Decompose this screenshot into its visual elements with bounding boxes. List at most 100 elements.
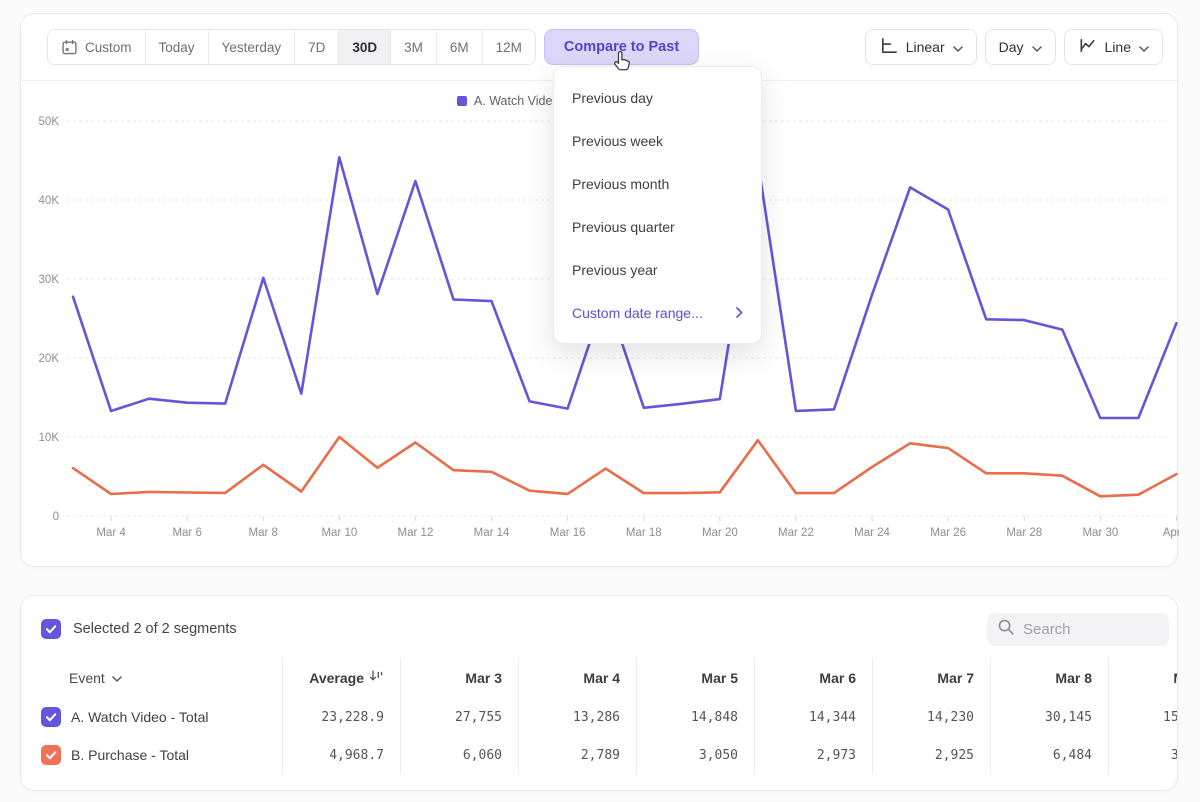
- chevron-down-icon: [1032, 39, 1042, 55]
- chevron-right-icon: [736, 305, 743, 321]
- chart-type-label: Line: [1105, 39, 1131, 55]
- segments-table: Event Average Mar 3Mar 4Mar 5Mar 6Mar 7M…: [21, 658, 1177, 774]
- y-tick-label: 20K: [39, 353, 60, 365]
- range-label: Today: [159, 40, 195, 55]
- range-label: Yesterday: [222, 40, 282, 55]
- y-tick-label: 40K: [39, 195, 60, 207]
- range-label: Custom: [85, 40, 132, 55]
- x-tick-label: Mar 8: [249, 527, 278, 539]
- table-cell: 2,925: [873, 736, 991, 774]
- chevron-down-icon: [953, 39, 963, 55]
- column-header-event[interactable]: Event: [21, 658, 283, 698]
- chart-options-group: Linear Day Line: [865, 29, 1163, 65]
- column-header-mar-6: Mar 6: [755, 658, 873, 698]
- table-header-row: Event Average Mar 3Mar 4Mar 5Mar 6Mar 7M…: [21, 658, 1177, 698]
- selected-count-label: Selected 2 of 2 segments: [73, 621, 237, 637]
- table-cell: 2,973: [755, 736, 873, 774]
- table-cell: 30,145: [991, 698, 1109, 736]
- row-checkbox[interactable]: [41, 745, 61, 765]
- row-checkbox[interactable]: [41, 707, 61, 727]
- range-button-yesterday[interactable]: Yesterday: [209, 30, 296, 64]
- x-tick-label: Mar 30: [1082, 527, 1118, 539]
- column-header-mar-8: Mar 8: [991, 658, 1109, 698]
- range-button-30d[interactable]: 30D: [339, 30, 391, 64]
- menu-item-previous-quarter[interactable]: Previous quarter: [554, 205, 761, 248]
- range-button-12m[interactable]: 12M: [483, 30, 535, 64]
- menu-item-previous-week[interactable]: Previous week: [554, 119, 761, 162]
- interval-label: Day: [999, 39, 1024, 55]
- row-label: A. Watch Video - Total: [71, 709, 208, 725]
- table-cell: 14,848: [637, 698, 755, 736]
- table-cell: 14,344: [755, 698, 873, 736]
- x-tick-label: Mar 14: [474, 527, 510, 539]
- series-line-b[interactable]: [73, 437, 1176, 496]
- average-header-label: Average: [309, 670, 364, 686]
- range-button-today[interactable]: Today: [146, 30, 209, 64]
- y-tick-label: 50K: [39, 116, 60, 128]
- table-header-bar: Selected 2 of 2 segments: [41, 612, 1169, 646]
- table-cell: 2,789: [519, 736, 637, 774]
- table-cell: 27,755: [401, 698, 519, 736]
- table-body: A. Watch Video - Total 23,228.927,75513,2…: [21, 698, 1177, 774]
- table-cell: 6,060: [401, 736, 519, 774]
- search-box: [987, 613, 1169, 646]
- column-header-mar-4: Mar 4: [519, 658, 637, 698]
- calendar-icon: [61, 39, 78, 56]
- select-all-checkbox[interactable]: [41, 619, 61, 639]
- search-icon: [997, 618, 1015, 641]
- table-cell: 13,286: [519, 698, 637, 736]
- menu-item-previous-month[interactable]: Previous month: [554, 162, 761, 205]
- range-label: 30D: [352, 40, 377, 55]
- x-tick-label: Mar 18: [626, 527, 662, 539]
- range-label: 6M: [450, 40, 469, 55]
- range-button-6m[interactable]: 6M: [437, 30, 483, 64]
- table-cell: 15,500: [1109, 698, 1178, 736]
- custom-date-range-label: Custom date range...: [572, 305, 703, 321]
- column-header-mar-7: Mar 7: [873, 658, 991, 698]
- linear-scale-icon: [879, 36, 898, 58]
- table-cell: 3,050: [637, 736, 755, 774]
- column-header-mar-9: Mar 9: [1109, 658, 1178, 698]
- table-cell: 3,100: [1109, 736, 1178, 774]
- event-cell: B. Purchase - Total: [21, 736, 283, 774]
- x-tick-label: Mar 12: [398, 527, 434, 539]
- range-button-3m[interactable]: 3M: [391, 30, 437, 64]
- interval-dropdown-button[interactable]: Day: [985, 29, 1056, 65]
- x-tick-label: Mar 22: [778, 527, 814, 539]
- x-tick-label: Mar 20: [702, 527, 738, 539]
- row-label: B. Purchase - Total: [71, 747, 189, 763]
- range-label: 3M: [404, 40, 423, 55]
- range-label: 12M: [496, 40, 522, 55]
- x-tick-label: Mar 28: [1006, 527, 1042, 539]
- menu-item-previous-day[interactable]: Previous day: [554, 76, 761, 119]
- line-chart-icon: [1078, 36, 1097, 58]
- table-cell: 6,484: [991, 736, 1109, 774]
- column-header-average[interactable]: Average: [283, 658, 401, 698]
- table-row-a: A. Watch Video - Total 23,228.927,75513,2…: [21, 698, 1177, 736]
- chevron-down-icon: [112, 669, 122, 687]
- x-tick-label: Mar 10: [321, 527, 357, 539]
- compare-dropdown-menu: Previous dayPrevious weekPrevious monthP…: [553, 66, 762, 344]
- chevron-down-icon: [1139, 39, 1149, 55]
- column-header-mar-3: Mar 3: [401, 658, 519, 698]
- column-header-mar-5: Mar 5: [637, 658, 755, 698]
- x-tick-label: Mar 16: [550, 527, 586, 539]
- table-cell: 23,228.9: [283, 698, 401, 736]
- scale-dropdown-button[interactable]: Linear: [865, 29, 977, 65]
- date-range-selector: Custom Today Yesterday 7D 30D 3M 6M 12M: [47, 29, 536, 65]
- menu-item-custom-date-range[interactable]: Custom date range...: [554, 291, 761, 334]
- table-row-b: B. Purchase - Total4,968.76,0602,7893,05…: [21, 736, 1177, 774]
- menu-item-previous-year[interactable]: Previous year: [554, 248, 761, 291]
- range-button-custom[interactable]: Custom: [48, 30, 146, 64]
- chart-type-dropdown-button[interactable]: Line: [1064, 29, 1163, 65]
- range-button-7d[interactable]: 7D: [295, 30, 339, 64]
- y-tick-label: 10K: [39, 432, 60, 444]
- x-tick-label: Mar 26: [930, 527, 966, 539]
- legend-swatch: [457, 96, 467, 106]
- sort-descending-icon: [369, 669, 384, 688]
- y-tick-label: 0: [53, 511, 59, 523]
- compare-to-past-button[interactable]: Compare to Past: [544, 29, 699, 65]
- segments-table-card: Selected 2 of 2 segments Event Average M…: [20, 595, 1178, 791]
- range-label: 7D: [308, 40, 325, 55]
- search-input[interactable]: [1023, 621, 1143, 638]
